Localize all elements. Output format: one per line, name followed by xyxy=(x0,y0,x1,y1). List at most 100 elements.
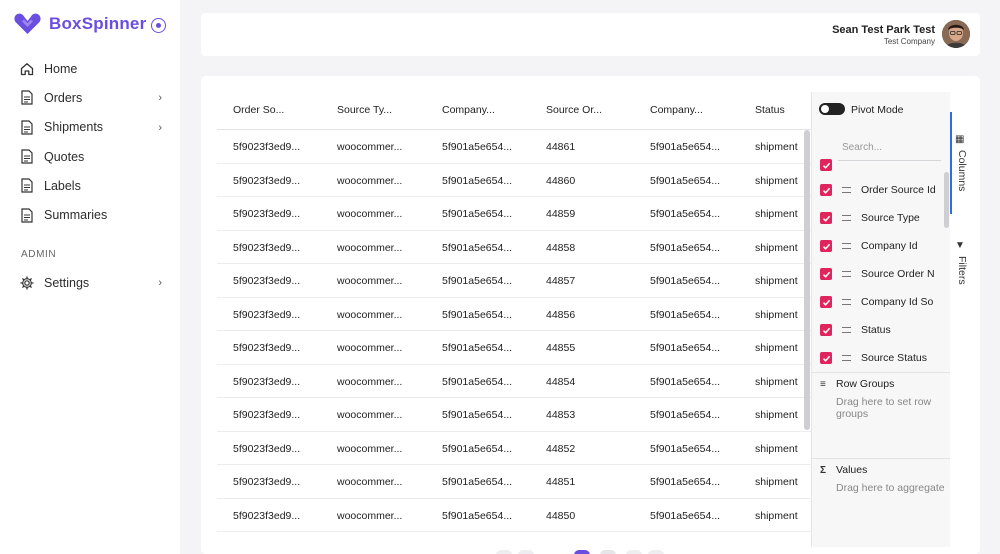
dot-icon xyxy=(156,23,161,28)
drag-handle-icon[interactable] xyxy=(842,243,851,249)
column-toggle-item[interactable]: Order Source Id xyxy=(820,181,948,199)
table-row[interactable]: 5f9023f3ed9... woocommer... 5f901a5e654.… xyxy=(217,365,811,398)
row-groups-icon: ≡ xyxy=(820,379,826,390)
document-icon xyxy=(20,207,34,223)
page-button[interactable] xyxy=(648,550,664,554)
column-checkbox[interactable] xyxy=(820,240,832,252)
column-checkbox[interactable] xyxy=(820,184,832,196)
table-cell: 5f9023f3ed9... xyxy=(233,275,301,287)
drag-handle-icon[interactable] xyxy=(842,187,851,193)
select-all-checkbox[interactable] xyxy=(820,159,832,171)
table-cell: shipment xyxy=(755,409,798,421)
column-header-company-id-source[interactable]: Company... xyxy=(650,104,720,116)
sidebar-item-label: Summaries xyxy=(44,208,108,223)
page-button[interactable] xyxy=(496,550,512,554)
row-groups-hint: Drag here to set row groups xyxy=(836,396,932,420)
table-row[interactable]: 5f9023f3ed9... woocommer... 5f901a5e654.… xyxy=(217,298,811,331)
sidebar-collapse-button[interactable] xyxy=(151,18,166,33)
gear-icon xyxy=(20,275,34,291)
row-groups-title: Row Groups xyxy=(836,378,895,390)
brand-logo[interactable]: BoxSpinner xyxy=(14,13,146,35)
drag-handle-icon[interactable] xyxy=(842,299,851,305)
column-toggle-item[interactable]: Company Id So xyxy=(820,293,948,311)
drag-handle-icon[interactable] xyxy=(842,355,851,361)
avatar[interactable] xyxy=(942,20,970,48)
user-name[interactable]: Sean Test Park Test xyxy=(832,24,935,36)
table-cell: 5f901a5e654... xyxy=(442,509,512,522)
column-toggle-label: Source Order N xyxy=(861,268,935,280)
sidebar-item-orders[interactable]: Orders › xyxy=(0,83,180,112)
select-all-columns[interactable] xyxy=(820,159,832,171)
column-toggle-item[interactable]: Status xyxy=(820,321,948,339)
tab-columns[interactable]: ▦ Columns xyxy=(950,132,980,202)
check-icon xyxy=(822,299,830,306)
table-row[interactable]: 5f9023f3ed9... woocommer... 5f901a5e654.… xyxy=(217,231,811,264)
column-toggle-item[interactable]: Source Status xyxy=(820,349,948,367)
tab-columns-label: Columns xyxy=(956,150,968,192)
tab-filters[interactable]: ▼ Filters xyxy=(950,240,980,300)
table-cell: 5f9023f3ed9... xyxy=(233,208,301,220)
table-row[interactable]: 5f9023f3ed9... woocommer... 5f901a5e654.… xyxy=(217,398,811,432)
pivot-mode-toggle[interactable] xyxy=(819,103,845,115)
column-search-input[interactable] xyxy=(838,135,941,161)
column-checkbox[interactable] xyxy=(820,352,832,364)
table-row[interactable]: 5f9023f3ed9... woocommer... 5f901a5e654.… xyxy=(217,164,811,197)
column-toggle-item[interactable]: Source Order N xyxy=(820,265,948,283)
table-cell: 44851 xyxy=(546,476,576,488)
column-header-company-id[interactable]: Company... xyxy=(442,104,512,116)
table-row[interactable]: 5f9023f3ed9... woocommer... 5f901a5e654.… xyxy=(217,130,811,164)
sidebar-item-label: Home xyxy=(44,61,78,76)
table-cell: 44855 xyxy=(546,342,576,354)
sidebar-item-summaries[interactable]: Summaries xyxy=(0,200,180,229)
sidebar-item-settings[interactable]: Settings › xyxy=(0,268,180,297)
table-cell: woocommer... xyxy=(337,141,403,153)
table-row[interactable]: 5f9023f3ed9... woocommer... 5f901a5e654.… xyxy=(217,197,811,231)
table-cell: 44856 xyxy=(546,308,576,321)
table-cell: 5f901a5e654... xyxy=(650,308,720,321)
pivot-mode-label: Pivot Mode xyxy=(851,104,904,116)
table-row[interactable]: 5f9023f3ed9... woocommer... 5f901a5e654.… xyxy=(217,432,811,465)
sidebar-item-label: Shipments xyxy=(44,120,104,135)
page-button[interactable] xyxy=(626,550,642,554)
table-cell: 5f901a5e654... xyxy=(442,141,512,153)
column-header-source-type[interactable]: Source Ty... xyxy=(337,104,409,116)
column-header-order-source[interactable]: Order So... xyxy=(233,104,303,116)
chevron-right-icon: › xyxy=(158,277,162,289)
table-cell: 5f901a5e654... xyxy=(442,342,512,354)
page-button[interactable] xyxy=(518,550,534,554)
grid-vertical-scrollbar[interactable] xyxy=(804,130,810,430)
column-header-status[interactable]: Status xyxy=(755,104,811,116)
table-cell: woocommer... xyxy=(337,476,403,488)
user-avatar-icon xyxy=(942,20,970,48)
table-row[interactable]: 5f9023f3ed9... woocommer... 5f901a5e654.… xyxy=(217,465,811,499)
column-checkbox[interactable] xyxy=(820,268,832,280)
column-toggle-label: Status xyxy=(861,324,891,336)
page-button[interactable] xyxy=(600,550,616,554)
values-drop-zone[interactable]: Σ Values Drag here to aggregate xyxy=(812,458,951,547)
table-cell: 5f9023f3ed9... xyxy=(233,409,301,421)
column-checkbox[interactable] xyxy=(820,212,832,224)
column-checkbox[interactable] xyxy=(820,296,832,308)
sidebar-item-quotes[interactable]: Quotes xyxy=(0,142,180,171)
row-groups-drop-zone[interactable]: ≡ Row Groups Drag here to set row groups xyxy=(812,372,951,458)
sidebar-item-shipments[interactable]: Shipments › xyxy=(0,113,180,142)
table-cell: 5f901a5e654... xyxy=(442,308,512,321)
table-cell: 5f901a5e654... xyxy=(650,442,720,455)
drag-handle-icon[interactable] xyxy=(842,271,851,277)
column-toggle-item[interactable]: Source Type xyxy=(820,209,948,227)
column-header-source-order[interactable]: Source Or... xyxy=(546,104,616,116)
page-button-current[interactable] xyxy=(574,550,590,554)
sidebar-item-home[interactable]: Home xyxy=(0,54,180,83)
table-cell: woocommer... xyxy=(337,375,403,388)
column-list-scrollbar[interactable] xyxy=(944,172,949,228)
brand-name: BoxSpinner xyxy=(49,14,147,33)
column-toggle-item[interactable]: Company Id xyxy=(820,237,948,255)
values-hint: Drag here to aggregate xyxy=(836,482,945,494)
table-row[interactable]: 5f9023f3ed9... woocommer... 5f901a5e654.… xyxy=(217,499,811,532)
drag-handle-icon[interactable] xyxy=(842,327,851,333)
sidebar-item-labels[interactable]: Labels xyxy=(0,171,180,200)
drag-handle-icon[interactable] xyxy=(842,215,851,221)
table-row[interactable]: 5f9023f3ed9... woocommer... 5f901a5e654.… xyxy=(217,264,811,298)
table-row[interactable]: 5f9023f3ed9... woocommer... 5f901a5e654.… xyxy=(217,331,811,365)
column-checkbox[interactable] xyxy=(820,324,832,336)
